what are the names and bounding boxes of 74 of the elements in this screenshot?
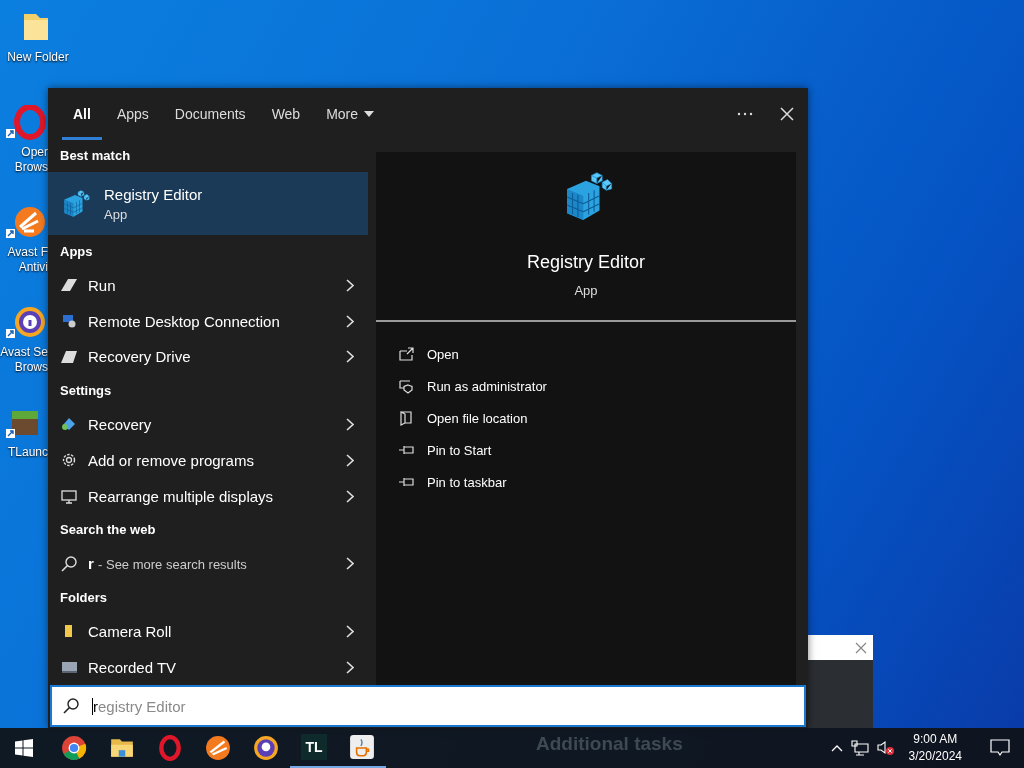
action-item[interactable]: Pin to Start: [398, 434, 492, 466]
result-type: App: [104, 206, 129, 222]
chevron-right-icon: [346, 557, 354, 571]
app-type: App: [574, 283, 598, 298]
section-heading: Search the web: [59, 521, 157, 540]
result-item[interactable]: Recorded TV: [48, 649, 368, 685]
search-icon: [60, 554, 78, 573]
search-field[interactable]: registry Editor: [50, 685, 806, 727]
result-item[interactable]: Run: [48, 267, 368, 304]
result-item[interactable]: Recovery Drive: [48, 338, 368, 375]
chrome-icon: [61, 735, 87, 761]
desktop-icon-label[interactable]: New Folder: [7, 50, 69, 65]
section-heading: Best match: [59, 147, 132, 166]
close-icon[interactable]: [855, 641, 867, 654]
chevron-right-icon: [346, 660, 354, 674]
taskbar-app-button[interactable]: TL: [290, 728, 338, 768]
muted-speaker-icon: [876, 740, 895, 756]
speech-bubble-icon: [990, 739, 1010, 757]
filter-tab[interactable]: Documents: [161, 88, 259, 140]
desktop-icon-label[interactable]: Avast Se: [0, 345, 48, 360]
monitor-icon: [60, 487, 78, 505]
filter-tab[interactable]: More: [313, 88, 388, 140]
caret-icon: [364, 111, 375, 117]
action-center-button[interactable]: [990, 739, 1010, 757]
coffee-cup-icon: [349, 734, 375, 760]
chevron-right-icon: [346, 489, 354, 503]
desktop-icon-label[interactable]: Oper: [21, 145, 48, 160]
result-item[interactable]: Rearrange multiple displays: [48, 478, 368, 514]
action-item[interactable]: Run as administrator: [398, 370, 547, 402]
result-item[interactable]: Add or remove programs: [48, 442, 368, 479]
web-search-item[interactable]: r - See more search results: [48, 545, 368, 582]
desktop-icon-label[interactable]: Brows: [14, 160, 48, 175]
clock[interactable]: 9:00 AM 3/20/2024: [902, 731, 968, 765]
action-item[interactable]: Open file location: [398, 402, 528, 434]
section-heading: Folders: [59, 588, 108, 607]
ellipsis-icon: [737, 112, 753, 116]
chevron-right-icon: [346, 278, 354, 292]
chevron-right-icon: [346, 624, 354, 638]
app-title: Registry Editor: [526, 252, 645, 273]
tray-expand-button[interactable]: [830, 744, 843, 752]
network-button[interactable]: [850, 740, 869, 756]
search-icon: [62, 697, 80, 715]
result-title: Registry Editor: [104, 185, 204, 203]
windows-logo-icon: [15, 739, 33, 757]
chevron-up-icon: [830, 744, 843, 752]
desktop-icon-label[interactable]: Antivi: [18, 260, 48, 275]
desktop-icon-label[interactable]: Brows: [14, 360, 48, 375]
section-heading: Settings: [59, 382, 113, 401]
desktop-icon-label[interactable]: Avast F: [7, 245, 48, 260]
avast-icon: [205, 735, 231, 761]
chevron-right-icon: [346, 453, 354, 467]
filter-tab[interactable]: Apps: [103, 88, 162, 140]
web-search-text: r - See more search results: [88, 555, 248, 573]
close-icon: [780, 107, 794, 121]
chevron-right-icon: [346, 417, 354, 431]
filter-tab[interactable]: All: [60, 88, 104, 140]
app-icon: [60, 312, 78, 330]
opera-icon: [157, 735, 183, 761]
action-item[interactable]: Pin to taskbar: [398, 466, 507, 498]
secure-browser-icon: [253, 735, 279, 761]
open-icon: [398, 345, 415, 363]
volume-button[interactable]: [876, 740, 895, 756]
result-item[interactable]: Camera Roll: [48, 613, 368, 650]
filter-tab[interactable]: Web: [258, 88, 314, 140]
result-item[interactable]: Recovery: [48, 406, 368, 443]
result-item[interactable]: Registry Editor App: [48, 171, 368, 236]
launcher-logo: TL: [301, 734, 327, 760]
action-item[interactable]: Open: [398, 338, 459, 370]
section-heading: Apps: [59, 242, 94, 261]
result-item[interactable]: Remote Desktop Connection: [48, 303, 368, 339]
network-icon: [850, 740, 869, 756]
desktop-icon-label[interactable]: TLaunc: [7, 445, 48, 460]
chevron-right-icon: [346, 314, 354, 328]
chevron-right-icon: [346, 350, 354, 364]
